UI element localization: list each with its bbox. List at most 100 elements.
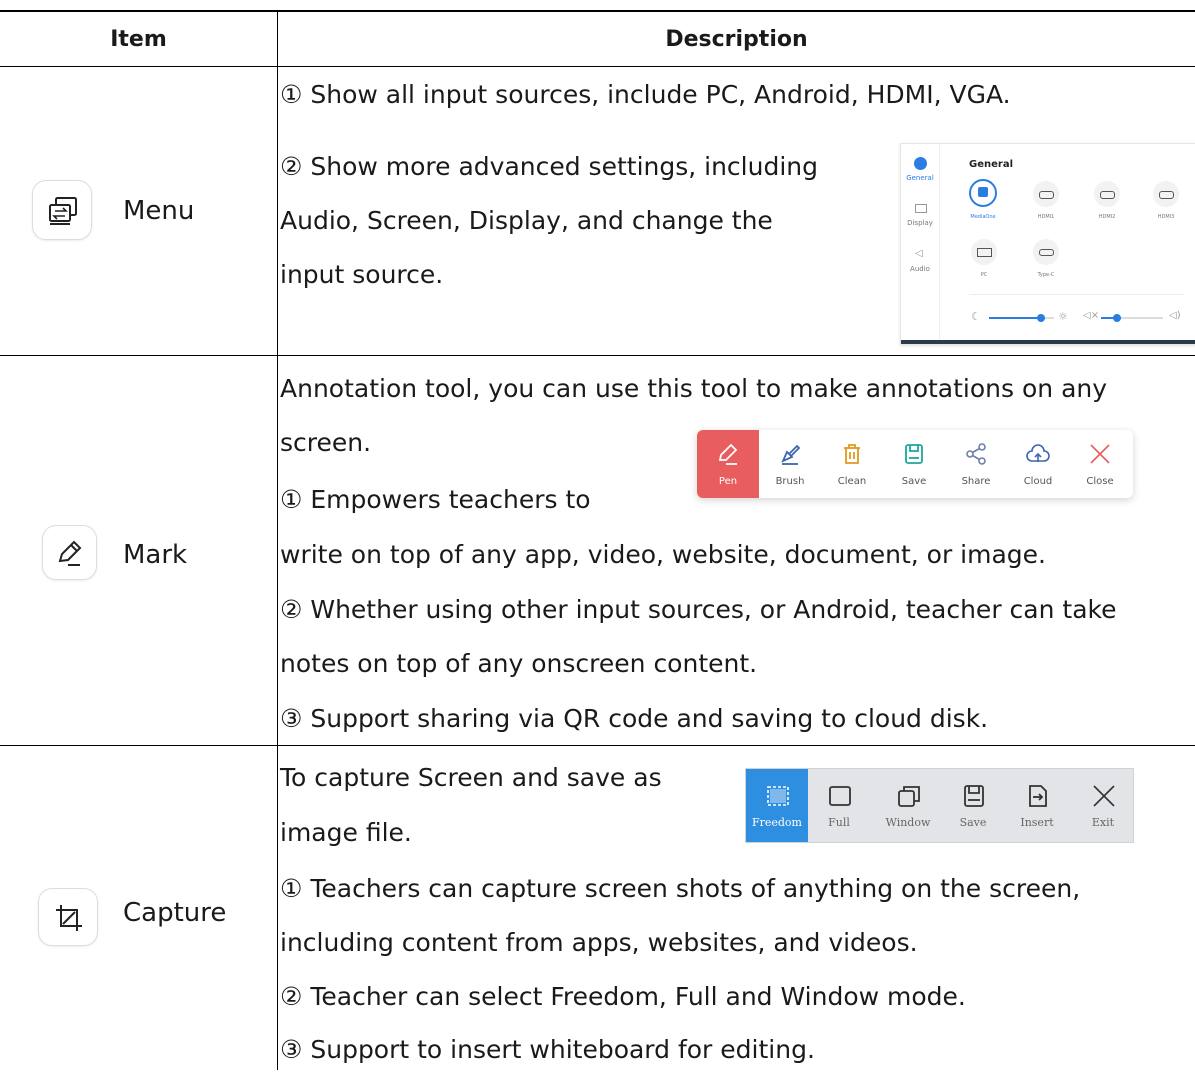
source-tile-hdmi2[interactable] [1094,181,1120,207]
close-icon [1093,785,1115,807]
source-tile-hdmi1[interactable] [1033,181,1059,207]
display-icon [915,204,927,213]
capture-line-5: ② Teacher can select Freedom, Full and W… [280,982,966,1011]
mark-line-5: ② Whether using other input sources, or … [280,595,1117,624]
mark-toolbar: Pen Brush Clean Save Share Cloud Close [697,430,1133,498]
mark-clean-button[interactable]: Clean [821,430,883,498]
sidebar-item-general[interactable]: General [901,174,939,182]
speaker-icon: ◁ [915,248,923,259]
source-label-hdmi2: HDMI2 [1098,214,1116,220]
volume-slider[interactable] [1101,314,1163,322]
source-label-pc: PC [980,272,988,278]
source-label-hdmi1: HDMI1 [1037,214,1055,220]
mark-share-button[interactable]: Share [945,430,1007,498]
capture-toolbar: Freedom Full Window Save Insert Exit [745,768,1134,843]
header-divider [0,66,1195,67]
save-icon [964,785,984,807]
capture-window-label: Window [885,816,931,829]
insert-icon [1029,785,1047,807]
sidebar-item-audio[interactable]: Audio [901,265,939,273]
mark-close-button[interactable]: Close [1069,430,1131,498]
brightness-low-icon: ☾ [971,310,981,323]
input-source-icon [32,180,92,240]
panel-sidebar: General Display ◁ Audio [901,144,940,344]
mark-line-1: Annotation tool, you can use this tool t… [280,374,1108,403]
capture-save-button[interactable]: Save [942,769,1004,842]
source-label-hdmi3: HDMI3 [1157,214,1175,220]
menu-settings-panel: General Display ◁ Audio General MediaOne… [900,143,1195,345]
panel-divider [969,294,1184,295]
mark-line-6: notes on top of any onscreen content. [280,649,758,678]
menu-line-2: ② Show more advanced settings, including [280,152,819,181]
cloud-icon [1026,444,1050,462]
volume-knob[interactable] [1113,314,1121,322]
share-icon [966,443,986,465]
trash-icon [844,444,860,464]
mark-close-label: Close [1086,476,1114,487]
capture-full-label: Full [828,816,850,829]
mark-brush-button[interactable]: Brush [759,430,821,498]
sidebar-item-display[interactable]: Display [901,219,939,227]
mark-line-3: ① Empowers teachers to [280,485,591,514]
mark-cloud-button[interactable]: Cloud [1007,430,1069,498]
menu-line-4: input source. [280,260,444,289]
mark-brush-label: Brush [775,476,805,487]
pencil-icon [42,525,97,580]
item-name-capture: Capture [123,898,227,928]
column-divider [277,12,278,1070]
mute-icon: ◁× [1083,310,1100,321]
capture-insert-label: Insert [1020,816,1054,829]
source-tile-hdmi3[interactable] [1153,181,1179,207]
source-label-typec: Type-C [1037,272,1055,278]
general-icon [914,157,927,170]
freedom-select-icon [767,786,789,806]
mark-pen-label: Pen [718,476,738,487]
source-tile-pc[interactable] [971,239,997,265]
header-item: Item [110,26,167,52]
mark-share-label: Share [961,476,991,487]
capture-window-button[interactable]: Window [877,769,939,842]
item-name-menu: Menu [123,196,195,226]
mark-clean-label: Clean [837,476,867,487]
pen-icon [718,443,738,465]
window-icon [898,786,920,807]
capture-save-label: Save [959,816,987,829]
capture-freedom-button[interactable]: Freedom [746,769,808,842]
panel-title: General [969,159,1013,170]
capture-line-4: including content from apps, websites, a… [280,928,918,957]
source-tile-mediaone[interactable] [969,179,997,207]
capture-exit-label: Exit [1091,816,1115,829]
capture-line-3: ① Teachers can capture screen shots of a… [280,874,1081,903]
row-divider-menu [0,355,1195,356]
source-tile-typec[interactable] [1033,239,1059,265]
menu-line-1: ① Show all input sources, include PC, An… [280,80,1011,109]
crop-icon [38,888,98,946]
brightness-high-icon: ☼ [1058,310,1068,323]
source-label-mediaone: MediaOne [970,214,996,220]
brightness-fill [989,317,1041,319]
save-icon [905,444,923,464]
mark-cloud-label: Cloud [1023,476,1053,487]
capture-full-button[interactable]: Full [808,769,870,842]
capture-line-2: image file. [280,818,412,847]
close-icon [1090,444,1110,464]
mark-pen-button[interactable]: Pen [697,430,759,498]
capture-line-1: To capture Screen and save as [280,763,662,792]
mark-line-2: screen. [280,428,372,457]
brush-icon [781,444,801,465]
capture-line-6: ③ Support to insert whiteboard for editi… [280,1035,815,1064]
item-name-mark: Mark [123,540,188,570]
brightness-knob[interactable] [1037,314,1045,322]
brightness-slider[interactable] [989,314,1054,322]
volume-high-icon: ◁) [1169,310,1181,321]
mark-line-7: ③ Support sharing via QR code and saving… [280,704,989,733]
capture-exit-button[interactable]: Exit [1072,769,1134,842]
mark-line-4: write on top of any app, video, website,… [280,540,1046,569]
capture-freedom-label: Freedom [751,816,802,829]
full-screen-icon [829,786,851,806]
menu-line-3: Audio, Screen, Display, and change the [280,206,773,235]
capture-insert-button[interactable]: Insert [1006,769,1068,842]
mark-save-label: Save [901,476,927,487]
mark-save-button[interactable]: Save [883,430,945,498]
header-description: Description [665,26,808,52]
